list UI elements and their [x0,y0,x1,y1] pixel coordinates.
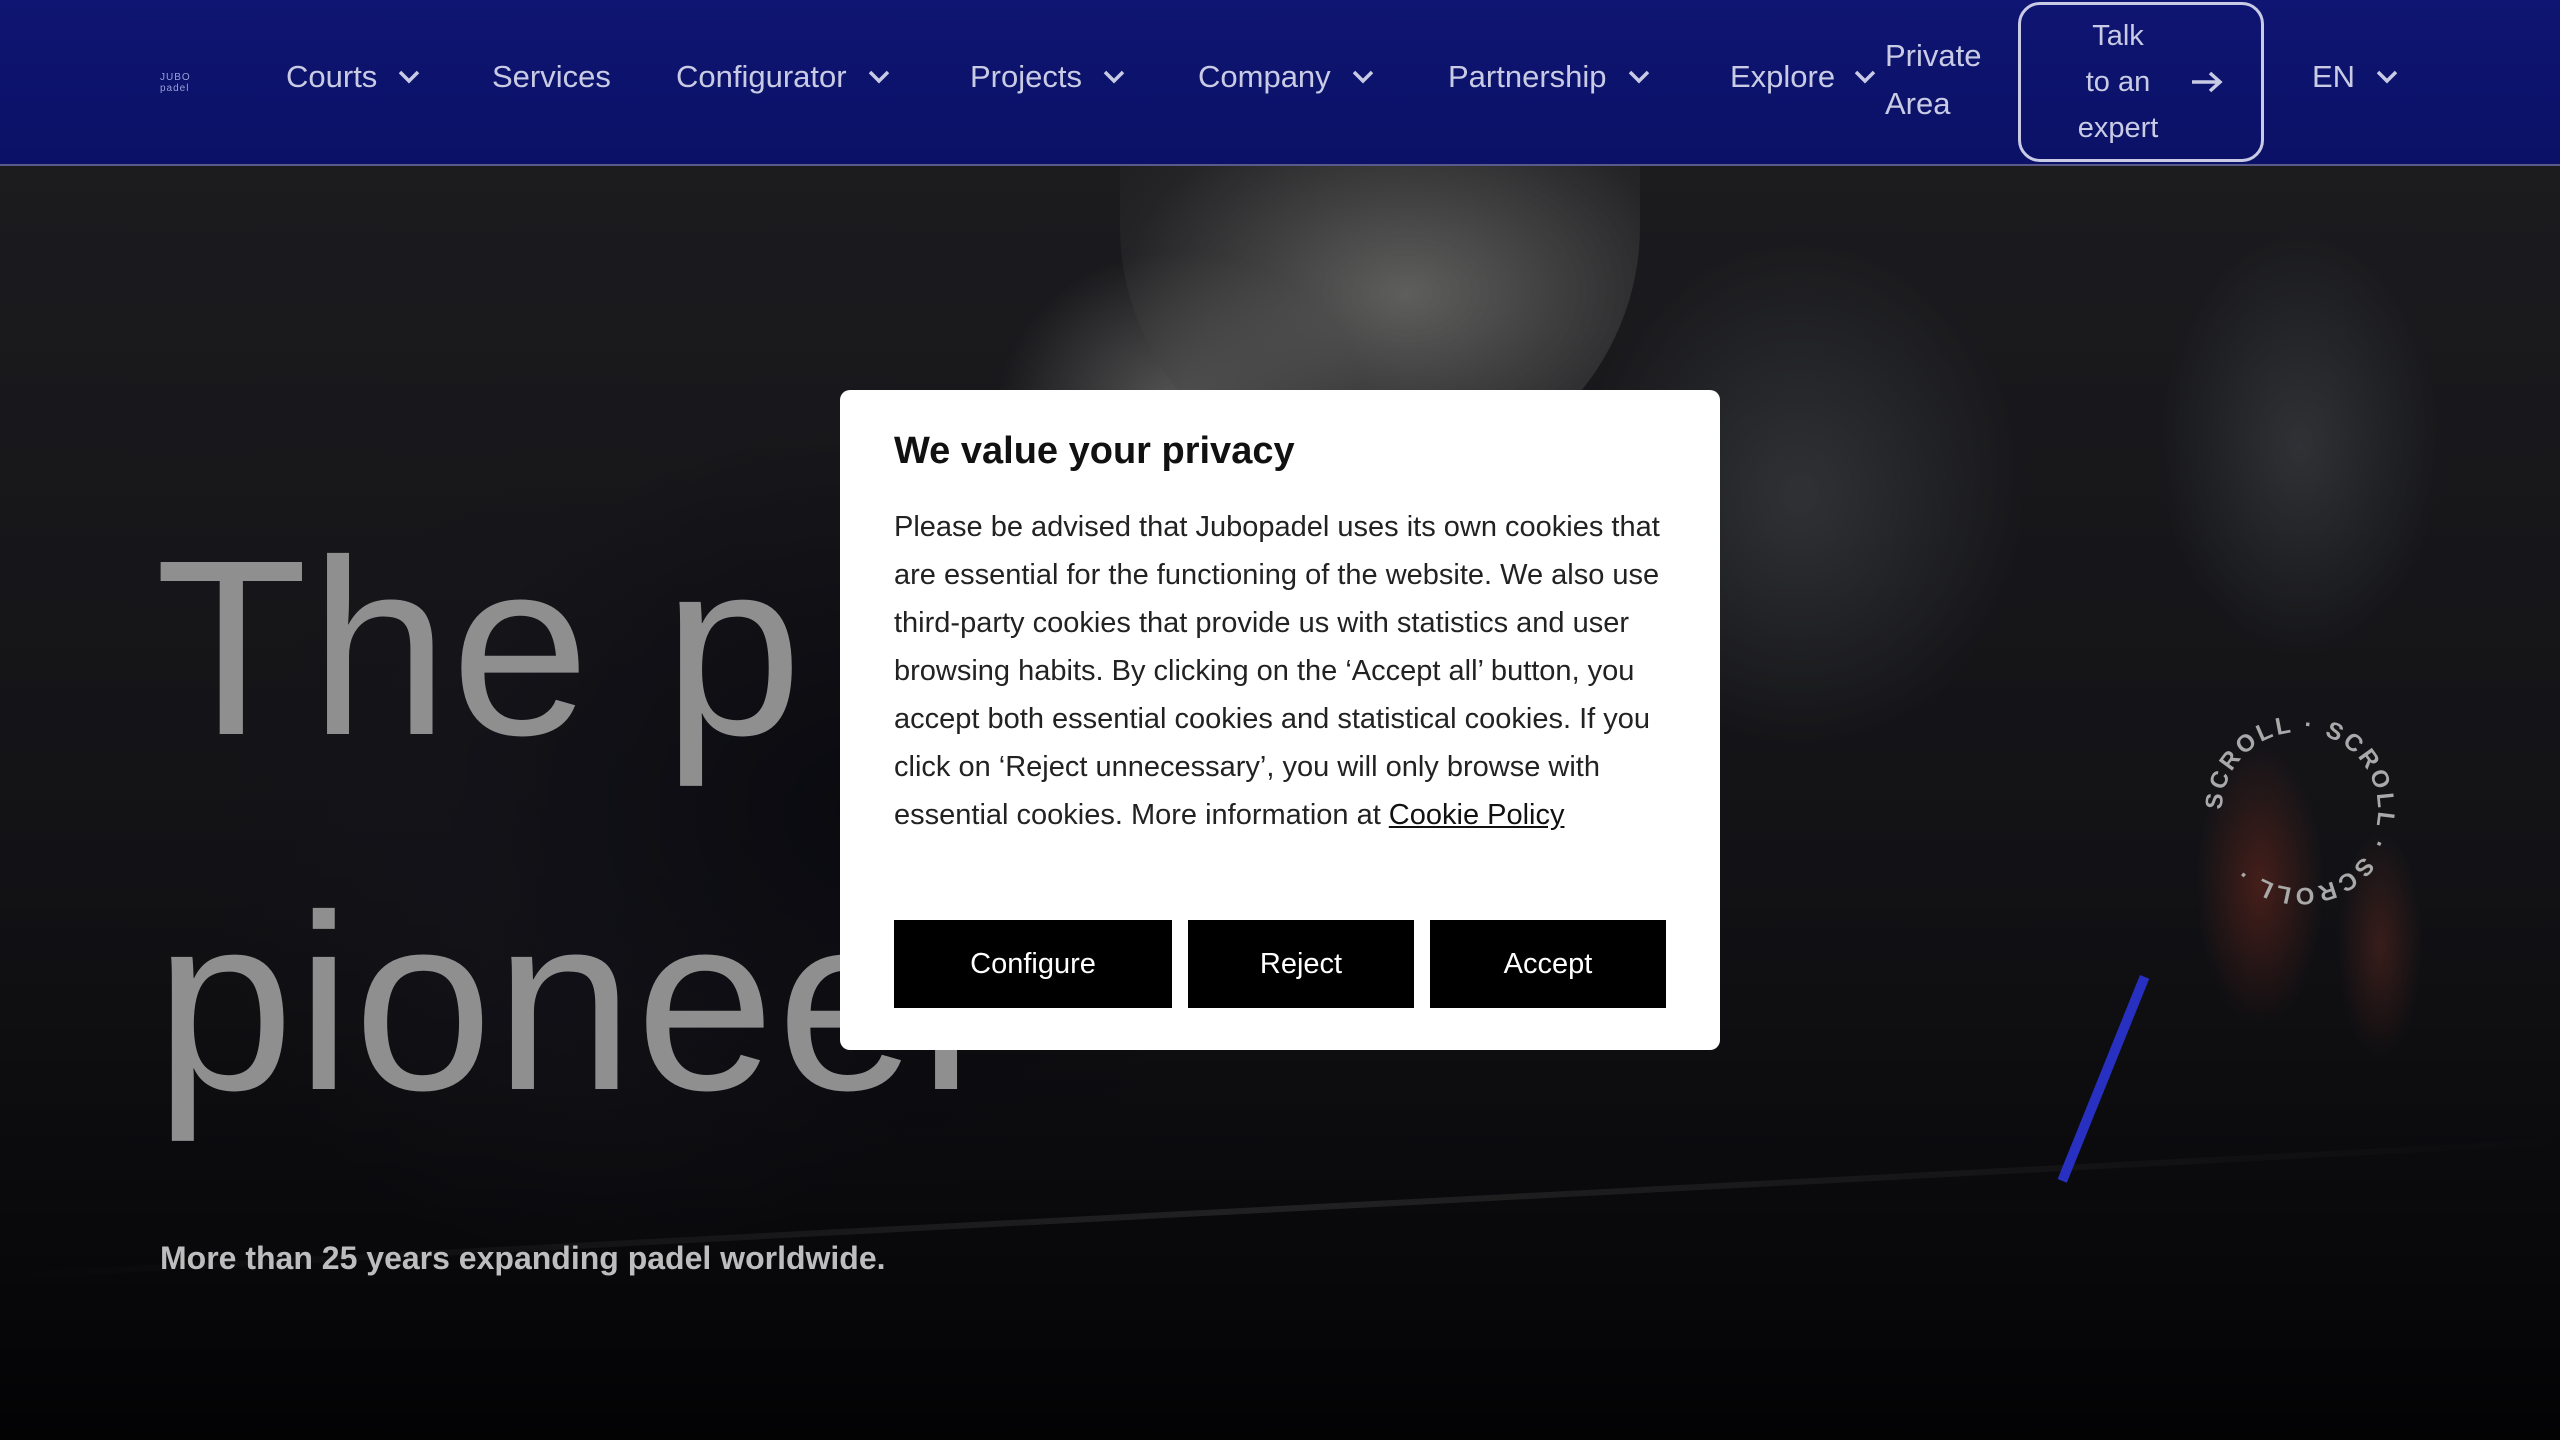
nav-partnership-label: Partnership [1448,59,1607,94]
cookie-modal-body: Please be advised that Jubopadel uses it… [894,503,1666,839]
chevron-down-icon [1349,63,1377,91]
cookie-modal-title: We value your privacy [894,430,1295,472]
nav-explore[interactable]: Explore [1730,52,1879,102]
chevron-down-icon [1851,63,1879,91]
nav-projects[interactable]: Projects [970,52,1128,102]
site-logo[interactable]: JUBO padel [160,72,220,94]
nav-explore-label: Explore [1730,59,1836,94]
site-header: JUBO padel Courts Services Configurator … [0,0,2560,166]
nav-company[interactable]: Company [1198,52,1377,102]
hero-subline: More than 25 years expanding padel world… [160,1240,886,1276]
scroll-text: SCROLL · SCROLL · SCROLL · [2201,711,2397,909]
cookie-consent-modal: We value your privacy Please be advised … [840,390,1720,1050]
scroll-badge[interactable]: SCROLL · SCROLL · SCROLL · [2200,710,2400,910]
language-label: EN [2312,59,2356,94]
nav-configurator[interactable]: Configurator [676,52,893,102]
nav-configurator-label: Configurator [676,59,847,94]
private-area-link[interactable]: Private Area [1885,32,2005,128]
chevron-down-icon [1100,63,1128,91]
accept-button[interactable]: Accept [1430,920,1666,1008]
reject-button[interactable]: Reject [1188,920,1414,1008]
chevron-down-icon [395,63,423,91]
talk-to-expert-button[interactable]: Talk to an expert [2018,2,2264,162]
private-area-line-1: Private [1885,38,1982,73]
nav-projects-label: Projects [970,59,1082,94]
talk-to-expert-label: Talk to an expert [2058,13,2178,151]
svg-text:SCROLL · SCROLL · SCROLL ·: SCROLL · SCROLL · SCROLL · [2201,711,2400,909]
nav-company-label: Company [1198,59,1331,94]
chevron-down-icon [2373,63,2401,91]
nav-services[interactable]: Services [492,52,611,102]
cookie-policy-link[interactable]: Cookie Policy [1389,799,1565,831]
chevron-down-icon [865,63,893,91]
nav-courts[interactable]: Courts [286,52,423,102]
nav-services-label: Services [492,59,611,94]
cookie-modal-text: Please be advised that Jubopadel uses it… [894,511,1660,831]
cookie-modal-buttons: Configure Reject Accept [894,920,1666,1008]
nav-courts-label: Courts [286,59,378,94]
expert-label-line-3: expert [2077,112,2159,144]
nav-partnership[interactable]: Partnership [1448,52,1653,102]
private-area-line-2: Area [1885,86,1951,121]
language-selector[interactable]: EN [2312,52,2401,102]
arrow-right-icon [2192,71,2223,93]
chevron-down-icon [1625,63,1653,91]
headline-line-1: The p [155,508,805,787]
expert-label-line-1: Talk [2092,20,2144,52]
expert-label-line-2: to an [2085,66,2151,98]
configure-button[interactable]: Configure [894,920,1172,1008]
